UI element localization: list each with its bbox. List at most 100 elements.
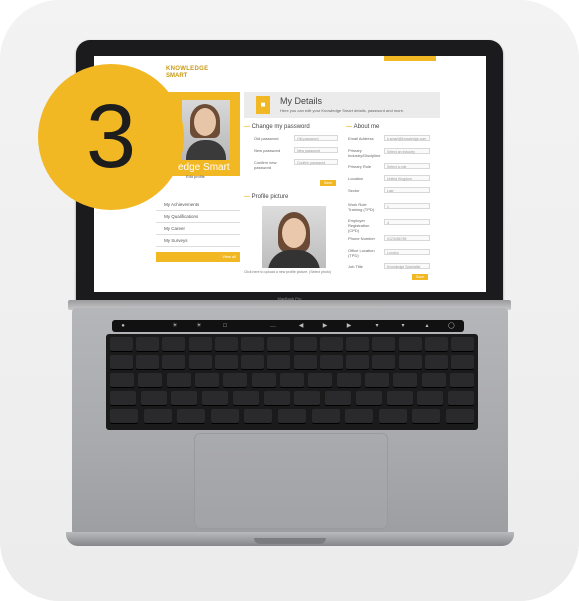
about-input[interactable]: 0123456789: [384, 235, 430, 241]
keyboard-key[interactable]: [311, 409, 340, 424]
keyboard-key[interactable]: [446, 409, 474, 424]
keyboard-key[interactable]: [417, 391, 444, 406]
new-password-input[interactable]: New password: [294, 147, 338, 153]
keyboard-key[interactable]: [372, 337, 396, 352]
keyboard-key[interactable]: [136, 355, 160, 370]
keyboard-key[interactable]: [214, 355, 238, 370]
keyboard-key[interactable]: [294, 391, 321, 406]
keyboard-key[interactable]: [319, 355, 343, 370]
keyboard-key[interactable]: [378, 409, 407, 424]
keyboard-light-icon[interactable]: …: [270, 323, 276, 329]
keyboard-key[interactable]: [346, 355, 370, 370]
volume-up-icon[interactable]: ▴: [424, 323, 430, 329]
keyboard-key[interactable]: [386, 391, 413, 406]
play-pause-icon[interactable]: ▶: [322, 323, 328, 329]
volume-down-icon[interactable]: ▾: [400, 323, 406, 329]
upload-caption[interactable]: Click here to upload a new profile pictu…: [244, 270, 334, 274]
keyboard-key[interactable]: [293, 355, 317, 370]
keyboard-key[interactable]: [210, 409, 239, 424]
keyboard-key[interactable]: [162, 337, 186, 352]
keyboard-key[interactable]: [308, 373, 333, 388]
brightness-up-icon[interactable]: ☀: [196, 323, 202, 329]
edit-profile-link[interactable]: Edit profile: [186, 174, 205, 179]
keyboard-key[interactable]: [195, 373, 219, 388]
keyboard-key[interactable]: [214, 337, 238, 352]
keyboard-key[interactable]: [162, 355, 186, 370]
keyboard-key[interactable]: [177, 409, 206, 424]
keyboard-key[interactable]: [110, 337, 133, 352]
keyboard-key[interactable]: [136, 337, 160, 352]
keyboard-key[interactable]: [267, 337, 291, 352]
menu-item-achievements[interactable]: My Achievements: [156, 200, 240, 211]
about-input[interactable]: London: [384, 249, 430, 255]
keyboard-key[interactable]: [319, 337, 343, 352]
keyboard-key[interactable]: [278, 409, 306, 424]
keyboard-key[interactable]: [293, 337, 317, 352]
view-all-button[interactable]: View all: [156, 252, 240, 262]
keyboard-key[interactable]: [171, 391, 198, 406]
touch-id-icon[interactable]: ◯: [448, 323, 455, 329]
keyboard-key[interactable]: [398, 337, 422, 352]
keyboard-key[interactable]: [241, 355, 265, 370]
keyboard-key[interactable]: [355, 391, 382, 406]
keyboard-key[interactable]: [451, 337, 474, 352]
menu-item-qualifications[interactable]: My Qualifications: [156, 212, 240, 223]
keyboard-key[interactable]: [345, 409, 374, 424]
trackpad[interactable]: [194, 433, 388, 529]
keyboard-key[interactable]: [336, 373, 361, 388]
keyboard-key[interactable]: [223, 373, 248, 388]
keyboard-key[interactable]: [244, 409, 273, 424]
keyboard-key[interactable]: [280, 373, 304, 388]
about-input[interactable]: k.smart@knowledge.com: [384, 135, 430, 141]
keyboard-key[interactable]: [188, 337, 212, 352]
keyboard-key[interactable]: [450, 373, 474, 388]
about-input[interactable]: 1: [384, 203, 430, 209]
keyboard-key[interactable]: [110, 373, 134, 388]
menu-item-surveys[interactable]: My Surveys: [156, 236, 240, 247]
about-input[interactable]: Knowledge Specialist: [384, 263, 430, 269]
keyboard-key[interactable]: [110, 355, 133, 370]
esc-icon[interactable]: ●: [120, 323, 126, 329]
keyboard-key[interactable]: [267, 355, 291, 370]
confirm-password-input[interactable]: Confirm password: [294, 159, 338, 165]
save-about-button[interactable]: Save: [412, 274, 428, 280]
keyboard-key[interactable]: [241, 337, 265, 352]
keyboard-key[interactable]: [393, 373, 418, 388]
fast-forward-icon[interactable]: ▶: [346, 323, 352, 329]
brightness-down-icon[interactable]: ☀: [172, 323, 178, 329]
profile-picture[interactable]: [262, 206, 326, 268]
keyboard-key[interactable]: [398, 355, 422, 370]
touch-bar[interactable]: ● ☀ ☀ □ … ◀ ▶ ▶ ▾ ▾ ▴ ◯: [112, 320, 464, 332]
menu-item-career[interactable]: My Career: [156, 224, 240, 235]
keyboard-key[interactable]: [451, 355, 474, 370]
keyboard-key[interactable]: [448, 391, 474, 406]
about-select[interactable]: Select an industry: [384, 148, 430, 154]
keyboard-key[interactable]: [421, 373, 446, 388]
save-password-button[interactable]: Save: [320, 180, 336, 186]
keyboard-key[interactable]: [372, 355, 396, 370]
keyboard-key[interactable]: [424, 337, 448, 352]
keyboard-key[interactable]: [140, 391, 167, 406]
keyboard-key[interactable]: [263, 391, 290, 406]
keyboard-key[interactable]: [188, 355, 212, 370]
keyboard-key[interactable]: [232, 391, 259, 406]
keyboard-key[interactable]: [110, 391, 136, 406]
about-select[interactable]: United Kingdom: [384, 175, 430, 181]
mission-control-icon[interactable]: □: [222, 323, 228, 329]
keyboard-key[interactable]: [424, 355, 448, 370]
keyboard-key[interactable]: [412, 409, 441, 424]
old-password-input[interactable]: Old password: [294, 135, 338, 141]
mute-icon[interactable]: ▾: [374, 323, 380, 329]
rewind-icon[interactable]: ◀: [298, 323, 304, 329]
keyboard-key[interactable]: [365, 373, 389, 388]
keyboard-key[interactable]: [251, 373, 276, 388]
keyboard-key[interactable]: [166, 373, 191, 388]
about-select[interactable]: Law: [384, 187, 430, 193]
about-select[interactable]: Select a role: [384, 163, 430, 169]
keyboard-key[interactable]: [110, 409, 138, 424]
keyboard-key[interactable]: [325, 391, 352, 406]
keyboard-key[interactable]: [143, 409, 172, 424]
keyboard-key[interactable]: [202, 391, 229, 406]
keyboard-key[interactable]: [346, 337, 370, 352]
keyboard-key[interactable]: [138, 373, 163, 388]
